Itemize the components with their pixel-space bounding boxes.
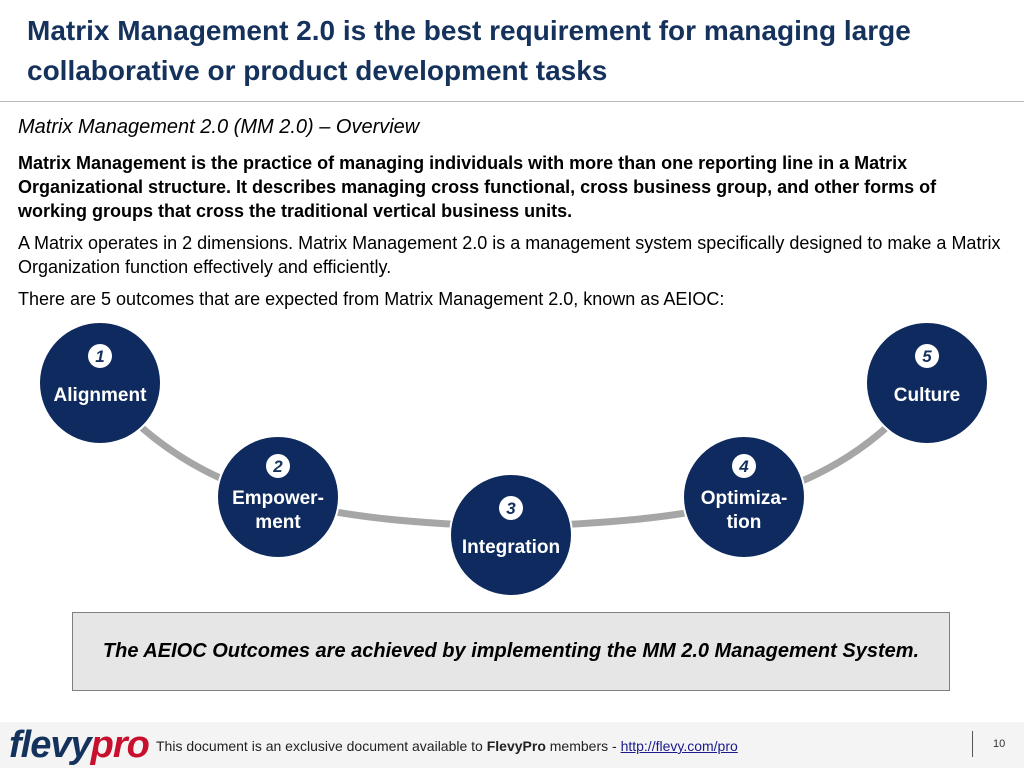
flevy-pro-link[interactable]: http://flevy.com/pro (621, 738, 738, 754)
footer-text-after: members - (545, 738, 621, 754)
callout-text: The AEIOC Outcomes are achieved by imple… (102, 640, 920, 662)
outcome-optimization: 4 Optimiza- tion (682, 435, 806, 559)
footer-notice: This document is an exclusive document a… (156, 737, 738, 755)
outcome-label: Alignment (54, 385, 148, 406)
footer-text-before: This document is an exclusive document a… (156, 738, 487, 754)
outcome-integration: 3 Integration (449, 473, 573, 597)
outcome-empowerment: 2 Empower- ment (216, 435, 340, 559)
logo-pro: pro (90, 724, 150, 766)
outcome-number: 5 (922, 347, 932, 366)
outcome-label-line2: tion (727, 512, 762, 533)
outcome-label: Integration (462, 537, 560, 558)
footer-bar: flevypro This document is an exclusive d… (0, 722, 1024, 768)
outcome-label-line1: Empower- (232, 488, 324, 509)
footer-divider (972, 731, 973, 757)
outcome-number: 2 (272, 457, 283, 476)
page-number: 10 (993, 738, 1006, 750)
outcome-number: 3 (506, 499, 516, 518)
footer-brand: FlevyPro (486, 738, 546, 754)
outcome-number: 4 (738, 457, 749, 476)
outcome-label: Culture (894, 385, 961, 406)
outcome-alignment: 1 Alignment (38, 321, 162, 445)
outcome-label-line2: ment (255, 512, 301, 533)
outcome-culture: 5 Culture (865, 321, 989, 445)
flevypro-logo: flevypro (9, 722, 150, 768)
outcome-label-line1: Optimiza- (701, 488, 788, 509)
outcome-number: 1 (95, 347, 104, 366)
callout-box: The AEIOC Outcomes are achieved by imple… (72, 612, 950, 691)
logo-flevy: flevy (9, 724, 92, 766)
